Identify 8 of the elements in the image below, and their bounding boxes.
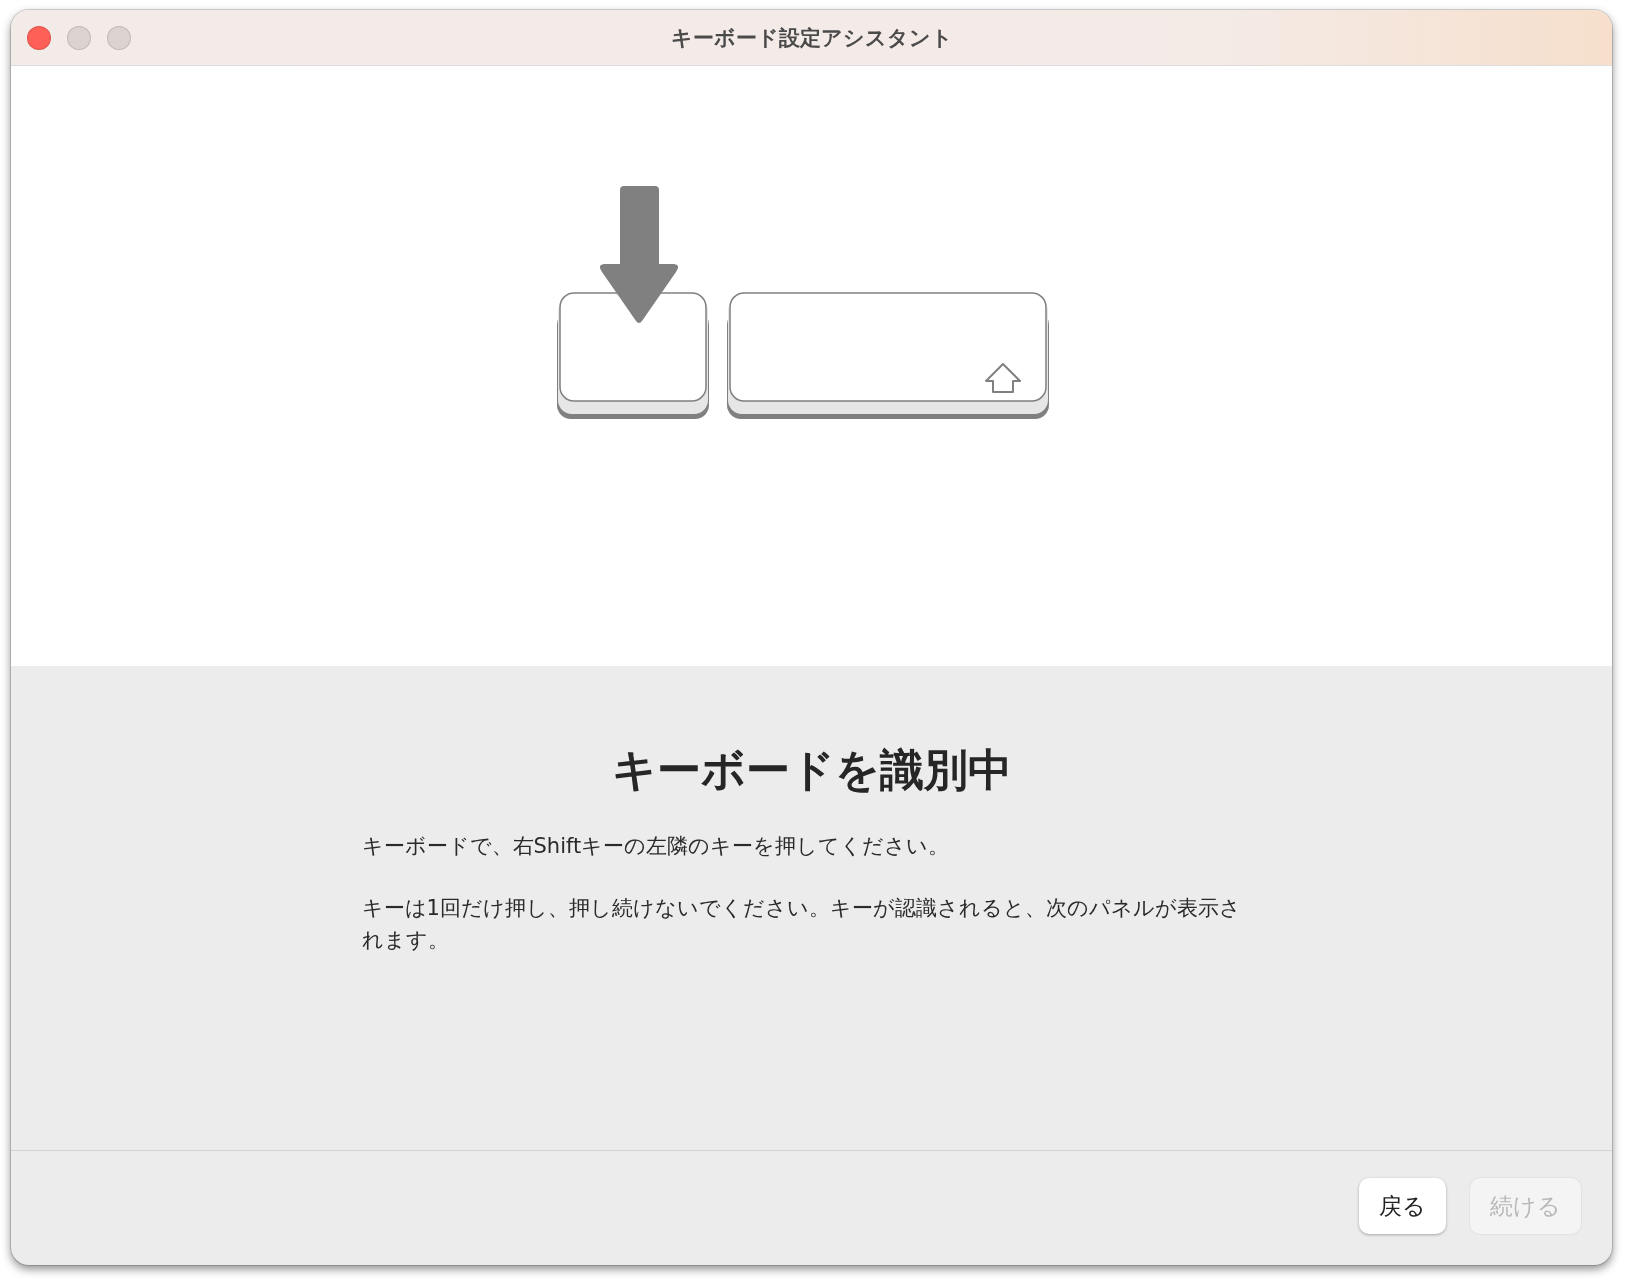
minimize-button[interactable] xyxy=(67,25,91,50)
zoom-button[interactable] xyxy=(107,25,131,50)
close-button[interactable] xyxy=(27,25,51,50)
window-title: キーボード設定アシスタント xyxy=(670,25,953,50)
heading: キーボードを識別中 xyxy=(611,743,1012,797)
instruction-text: キーボードで、右Shiftキーの左隣のキーを押してください。 xyxy=(361,833,951,860)
back-button[interactable]: 戻る xyxy=(1359,1178,1446,1234)
instruction-text: キーは1回だけ押し、押し続けないでください。キーが認識されると、次のパネルが表示されます。 xyxy=(361,895,1242,954)
